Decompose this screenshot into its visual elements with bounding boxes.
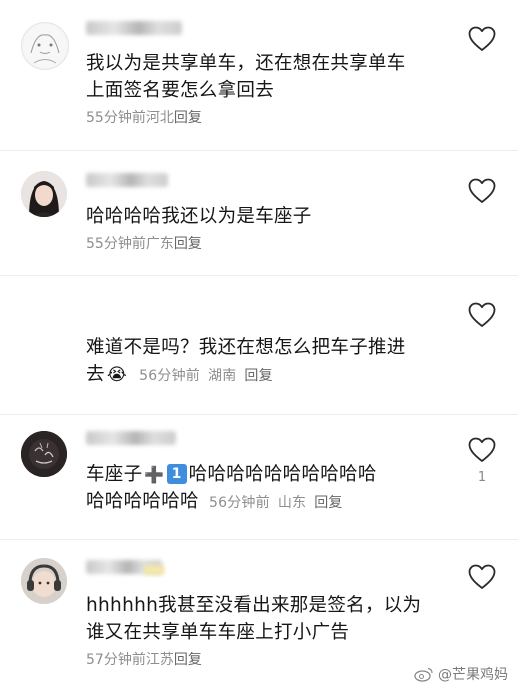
reply-button[interactable]: 回复 — [174, 652, 202, 668]
reply-button[interactable]: 回复 — [174, 110, 202, 126]
comment-text: 难道不是吗？我还在想怎么把车子推进 去 😭 56分钟前 湖南 回复 — [86, 337, 406, 385]
comment-meta: 55分钟前广东回复 — [86, 233, 202, 253]
reply-button[interactable]: 回复 — [174, 236, 202, 252]
comment-time: 56分钟前 — [139, 368, 200, 384]
comment-time: 55分钟前 — [86, 110, 146, 126]
watermark-text: @芒果鸡妈 — [438, 667, 508, 683]
weibo-logo-icon — [414, 667, 433, 682]
comment-time: 55分钟前 — [86, 236, 146, 252]
heart-outline-icon[interactable] — [468, 564, 496, 590]
comment-text: 我以为是共享单车，还在想在共享单车 上面签名要怎么拿回去 — [86, 53, 406, 101]
comment-location: 江苏 — [145, 652, 174, 668]
reply-button[interactable]: 回复 — [314, 495, 342, 511]
comment-location: 山东 — [277, 495, 307, 511]
heart-outline-icon[interactable] — [468, 178, 496, 204]
comment-meta: 55分钟前河北回复 — [86, 107, 202, 127]
reply-button[interactable]: 回复 — [244, 368, 272, 384]
avatar[interactable] — [21, 431, 67, 477]
username-blurred[interactable] — [86, 21, 182, 35]
avatar[interactable] — [21, 22, 69, 70]
avatar[interactable] — [21, 558, 67, 604]
comment-location: 广东 — [145, 236, 174, 252]
comment-location: 湖南 — [208, 368, 237, 384]
crying-emoji-icon: 😭 — [106, 365, 127, 385]
comment-text: 车座子 ➕ 1 哈哈哈哈哈哈哈哈哈哈 哈哈哈哈哈哈 56分钟前 山东 回复 — [86, 464, 377, 512]
comment-time: 57分钟前 — [86, 652, 146, 668]
comment-location: 河北 — [145, 110, 174, 126]
username-blurred[interactable] — [86, 173, 168, 187]
heart-outline-icon[interactable] — [468, 437, 496, 463]
badge-blurred — [144, 565, 164, 575]
comment-item: 车座子 ➕ 1 哈哈哈哈哈哈哈哈哈哈 哈哈哈哈哈哈 56分钟前 山东 回复 1 — [0, 415, 518, 539]
avatar[interactable] — [21, 171, 67, 217]
comment-item: 难道不是吗？我还在想怎么把车子推进 去 😭 56分钟前 湖南 回复 — [0, 276, 518, 414]
comment-item: 我以为是共享单车，还在想在共享单车 上面签名要怎么拿回去 55分钟前河北回复 — [0, 0, 518, 150]
comment-time: 56分钟前 — [209, 495, 270, 511]
watermark: @芒果鸡妈 — [414, 664, 508, 684]
heart-outline-icon[interactable] — [468, 26, 496, 52]
comment-meta: 57分钟前江苏回复 — [86, 649, 202, 669]
username-blurred[interactable] — [86, 431, 176, 445]
plus-emoji-icon: ➕ — [144, 465, 165, 484]
like-count: 1 — [477, 470, 487, 485]
keycap-one-icon: 1 — [166, 464, 187, 484]
heart-outline-icon[interactable] — [468, 302, 496, 328]
comment-text: hhhhhh我甚至没看出来那是签名，以为 谁又在共享单车车座上打小广告 — [86, 595, 422, 643]
comment-text: 哈哈哈哈我还以为是车座子 — [86, 206, 312, 227]
comment-item: 哈哈哈哈我还以为是车座子 55分钟前广东回复 — [0, 151, 518, 275]
